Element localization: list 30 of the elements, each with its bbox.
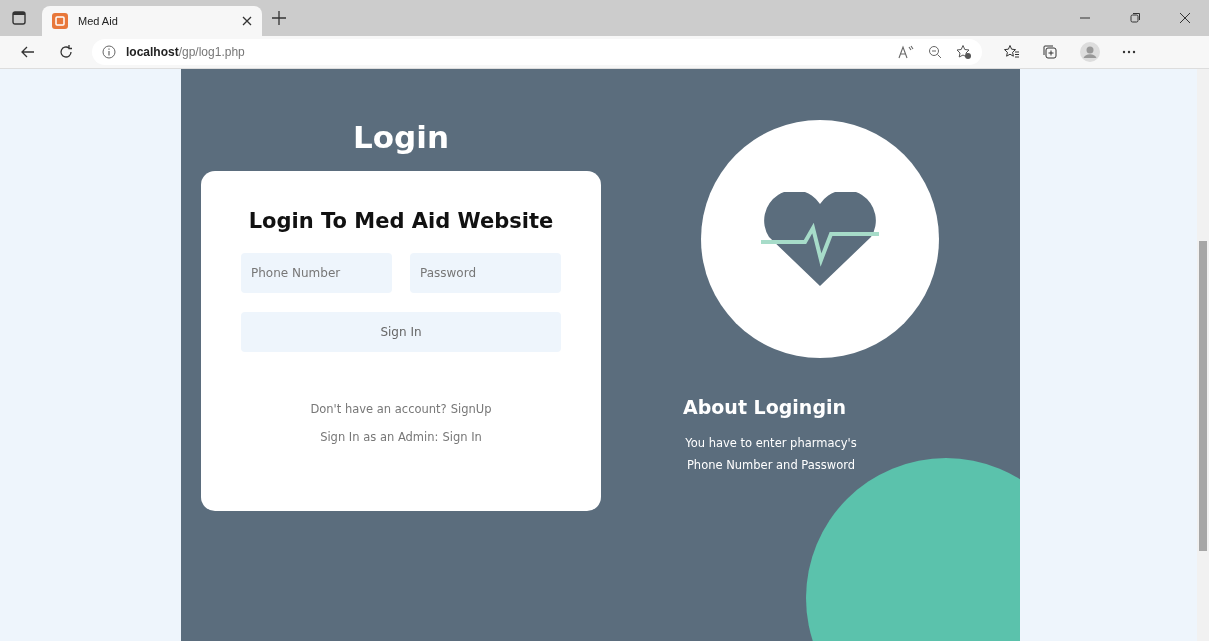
collections-icon[interactable] <box>1042 44 1058 60</box>
profile-avatar-icon[interactable] <box>1080 42 1100 62</box>
input-field[interactable]: Phone Number <box>241 253 392 293</box>
link-prompt: Don't have an account? <box>310 402 447 416</box>
text-link[interactable]: SignUp <box>450 402 492 416</box>
close-icon[interactable] <box>242 16 252 26</box>
site-icon <box>52 13 68 29</box>
new-tab-icon[interactable] <box>272 11 286 25</box>
back-icon[interactable] <box>20 44 36 60</box>
close-icon[interactable] <box>1179 12 1191 24</box>
read-aloud-icon[interactable] <box>898 45 914 59</box>
page-title: Login <box>353 119 449 155</box>
address-field[interactable]: localhost/gp/log1.php <box>92 39 982 65</box>
text-link[interactable]: Sign In <box>442 430 482 444</box>
restore-icon[interactable] <box>1129 12 1141 24</box>
star-add-icon[interactable] <box>956 44 972 60</box>
card-heading: Login To Med Aid Website <box>248 209 554 233</box>
more-icon[interactable] <box>1122 50 1136 54</box>
scrollbar[interactable] <box>1197 69 1209 641</box>
tab-actions-icon[interactable] <box>12 11 26 25</box>
refresh-icon[interactable] <box>58 44 74 60</box>
about-title: About Logingin <box>683 396 847 418</box>
input-field[interactable]: Password <box>410 253 561 293</box>
favorites-icon[interactable] <box>1004 44 1020 60</box>
info-icon <box>102 45 116 59</box>
zoom-out-icon[interactable] <box>928 45 942 59</box>
link-prompt: Sign In as an Admin: <box>320 430 439 444</box>
about-text: You have to enter pharmacy's Phone Number and Password <box>684 435 858 474</box>
sign-in-button[interactable]: Sign In <box>241 312 561 352</box>
browser-tab[interactable]: Med Aid <box>42 6 262 36</box>
